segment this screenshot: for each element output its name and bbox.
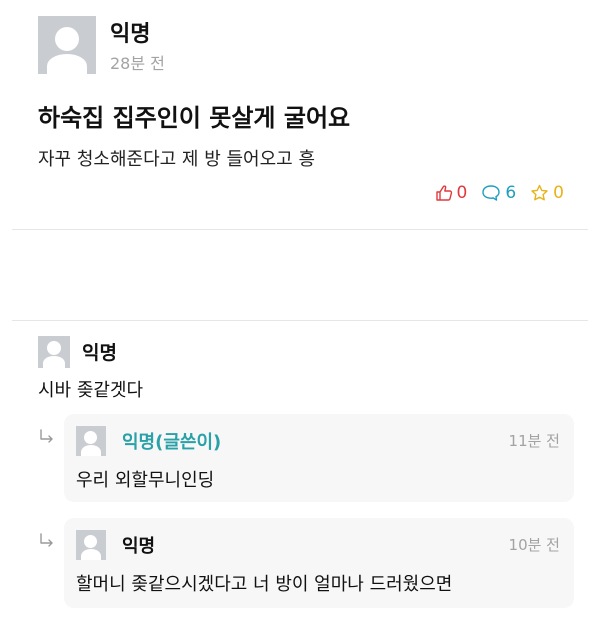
- comment-count: 6: [505, 183, 517, 203]
- post-body: 자꾸 청소해준다고 제 방 들어오고 흥: [38, 149, 316, 170]
- reply-text: 우리 외할무니인딩: [76, 470, 215, 491]
- reply-author-avatar-icon: [76, 426, 106, 456]
- reply-timestamp: 11분 전: [508, 432, 560, 450]
- post-reactions: 0 6 0: [435, 183, 564, 203]
- like-button[interactable]: 0: [435, 183, 468, 203]
- star-icon: [531, 184, 548, 201]
- reply-item: 익명 10분 전 할머니 좆같으시겠다고 너 방이 얼마나 드러웠으면: [64, 518, 574, 608]
- comment-author-avatar-icon: [38, 336, 70, 368]
- post-author-name: 익명: [110, 22, 151, 47]
- reply-item: 익명(글쓴이) 11분 전 우리 외할무니인딩: [64, 414, 574, 502]
- reply-text: 할머니 좆같으시겠다고 너 방이 얼마나 드러웠으면: [76, 574, 453, 595]
- post-timestamp: 28분 전: [110, 54, 165, 73]
- divider: [12, 229, 588, 230]
- reply-arrow-icon: [40, 429, 53, 443]
- divider: [12, 320, 588, 321]
- comment-button[interactable]: 6: [481, 183, 516, 203]
- reply-author-name: 익명: [122, 536, 156, 557]
- post-page: 익명 28분 전 하숙집 집주인이 못살게 굴어요 자꾸 청소해준다고 제 방 …: [0, 0, 600, 622]
- reply-author-avatar-icon: [76, 530, 106, 560]
- comment-text: 시바 좆같겟다: [38, 380, 144, 401]
- post-author-avatar-icon: [38, 16, 96, 74]
- post-title: 하숙집 집주인이 못살게 굴어요: [38, 104, 351, 132]
- comment-author-name: 익명: [82, 342, 117, 364]
- like-count: 0: [456, 183, 468, 203]
- speech-bubble-icon: [482, 185, 501, 201]
- thumbs-up-icon: [435, 185, 452, 201]
- scrap-count: 0: [553, 183, 564, 203]
- scrap-button[interactable]: 0: [530, 183, 564, 203]
- reply-author-name-writer: 익명(글쓴이): [122, 432, 222, 453]
- reply-timestamp: 10분 전: [508, 536, 560, 554]
- reply-arrow-icon: [40, 533, 53, 547]
